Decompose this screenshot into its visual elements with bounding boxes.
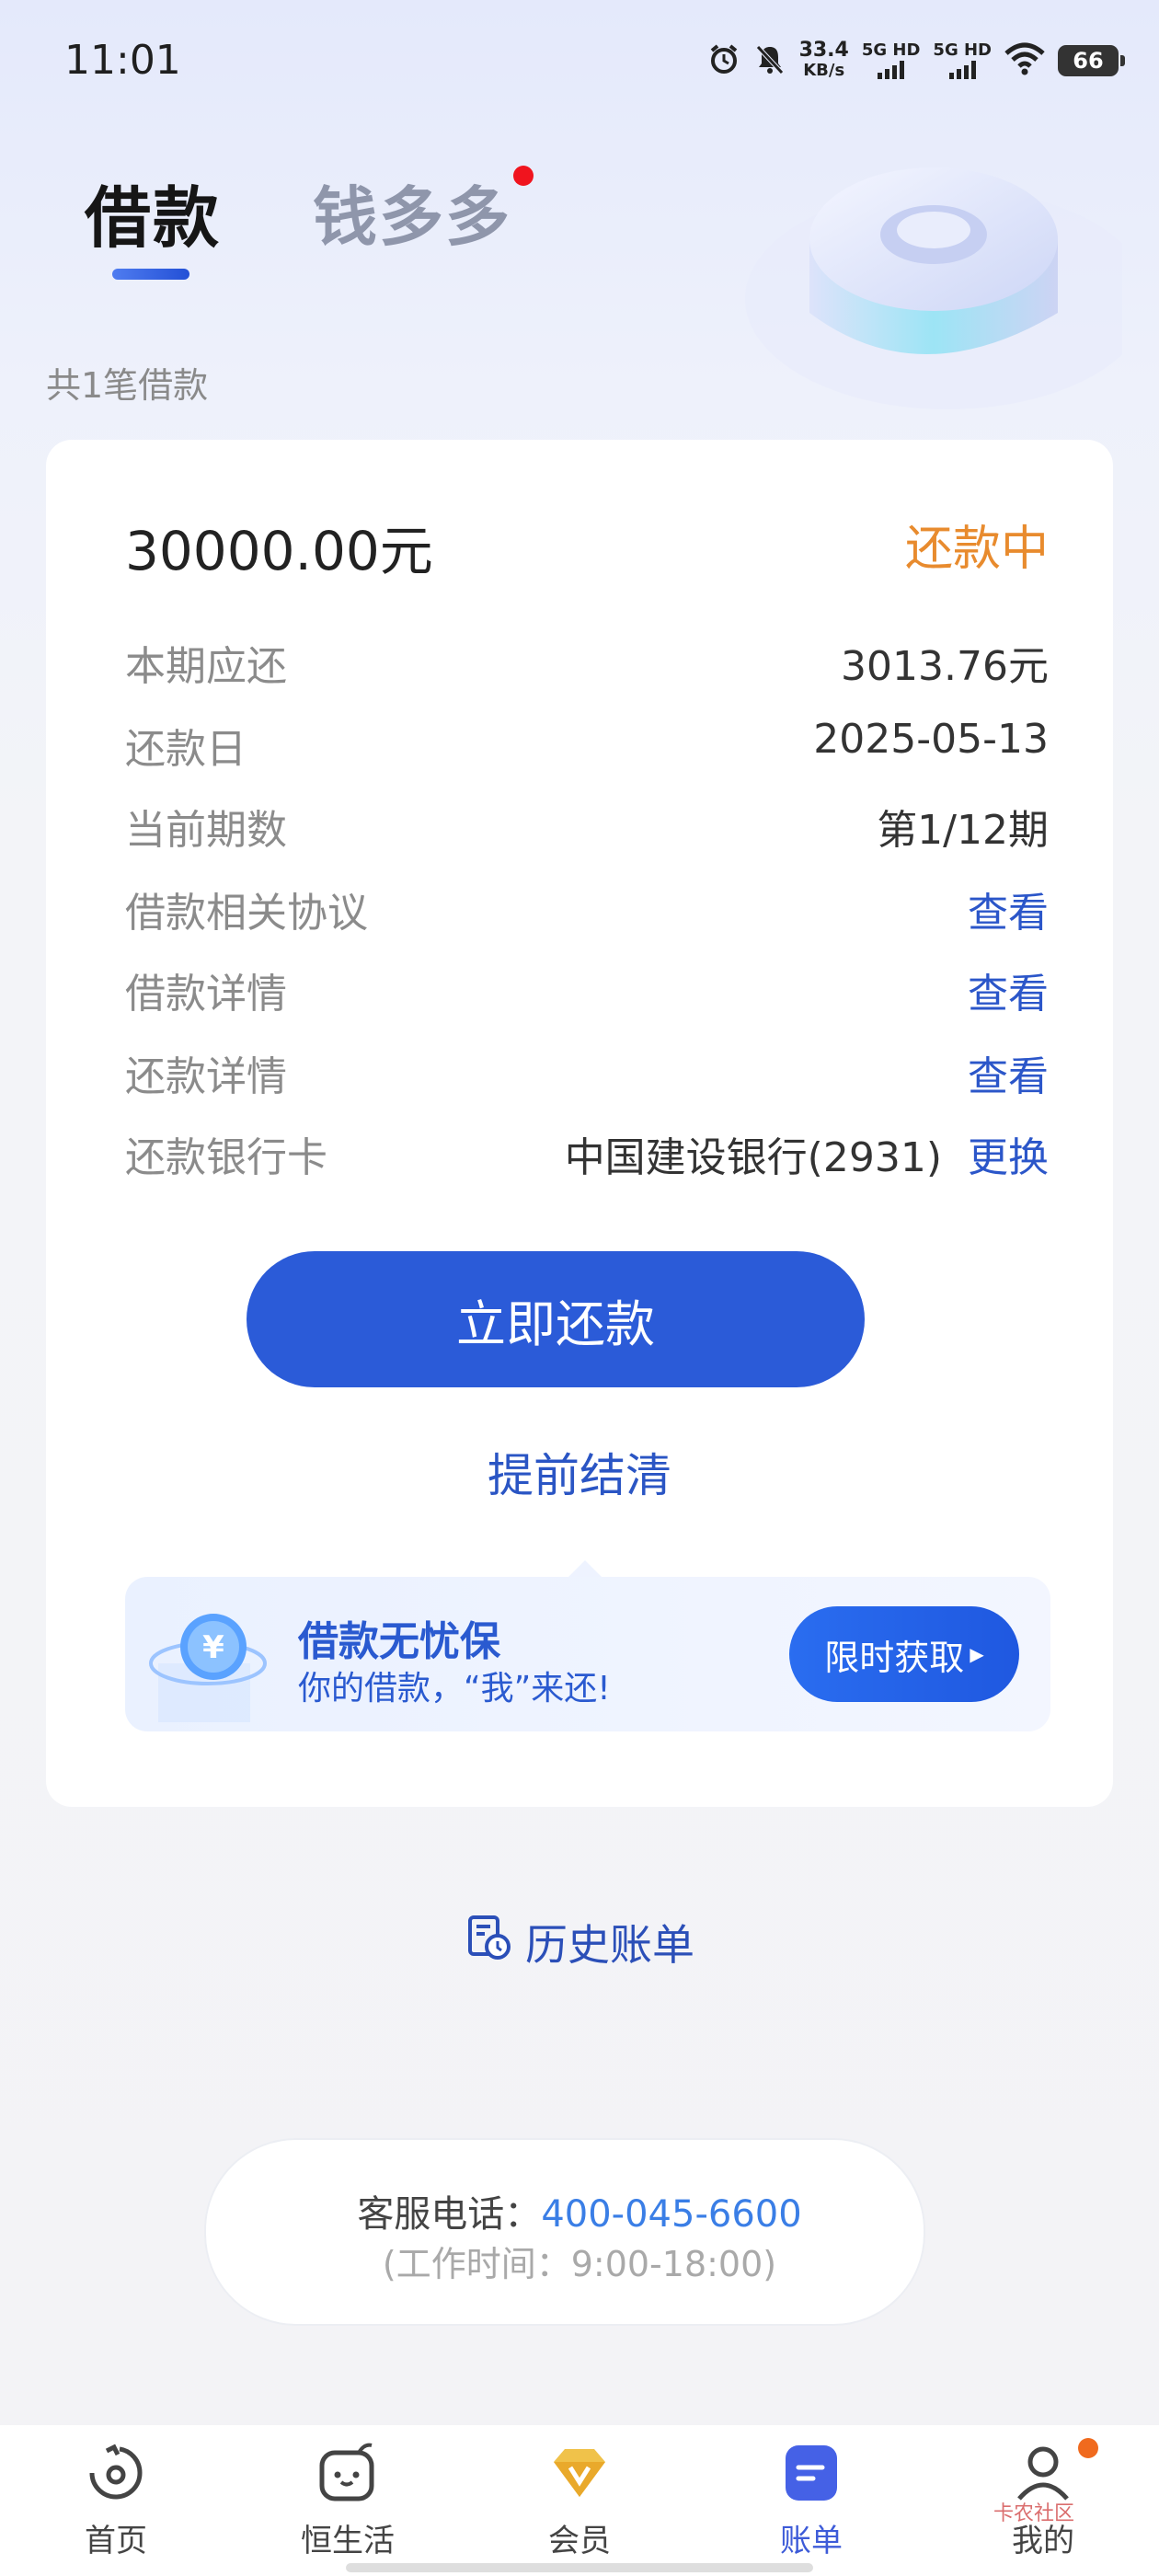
bank-card-row: 中国建设银行(2931) 更换 [565,1124,1049,1183]
loan-count: 共1笔借款 [46,365,209,406]
promo-get-label: 限时获取 [824,1637,965,1678]
nav-bill[interactable]: 账单 [695,2425,927,2576]
history-bill-icon [465,1914,512,1972]
repay-now-button[interactable]: 立即还款 [247,1251,865,1387]
net-speed-unit: KB/s [803,61,845,80]
history-bills-link[interactable]: 历史账单 [0,1912,1159,1972]
svg-text:¥: ¥ [202,1629,224,1666]
loan-amount: 30000.00元 [125,520,433,582]
sim1-label: 5G HD [861,40,921,60]
nav-life[interactable]: 恒生活 [232,2425,464,2576]
early-settle-link[interactable]: 提前结清 [0,1439,1159,1505]
watermark-text: 卡农社区 [993,2502,1075,2525]
notification-dot [513,166,534,186]
tab-qianduoduo[interactable]: 钱多多 [313,166,511,259]
life-icon [315,2440,381,2510]
bank-card-value: 中国建设银行(2931) [564,1134,942,1181]
nav-life-label: 恒生活 [301,2523,395,2559]
early-settle-label[interactable]: 提前结清 [488,1449,671,1502]
promo-pointer [567,1560,603,1579]
vip-icon [546,2440,613,2510]
home-icon [83,2440,149,2510]
nav-home-label: 首页 [85,2523,147,2559]
alarm-icon [707,42,740,79]
nav-vip-label: 会员 [548,2523,611,2559]
nav-bill-label: 账单 [780,2523,843,2559]
row-label-due-date: 还款日 [125,726,247,773]
profile-badge [1078,2438,1098,2458]
mute-icon [753,42,786,79]
change-bank-card-link[interactable]: 更换 [968,1124,1049,1183]
promo-subtitle: 你的借款，“我”来还! [298,1670,611,1708]
sim2-label: 5G HD [933,40,992,60]
row-label-bank-card: 还款银行卡 [125,1134,327,1181]
view-loan-details-link[interactable]: 查看 [968,960,1049,1019]
row-label-period: 当前期数 [125,807,287,854]
customer-service-line: 客服电话：400-045-6600 [0,2184,1159,2237]
row-label-repayment-details: 还款详情 [125,1053,287,1100]
bill-icon [778,2440,844,2510]
promo-get-button[interactable]: 限时获取 ▶ [789,1606,1019,1702]
history-bills-label: 历史账单 [525,1920,694,1970]
service-prefix: 客服电话： [357,2193,542,2236]
row-value-period: 第1/12期 [877,807,1049,854]
row-label-agreement: 借款相关协议 [125,890,368,937]
bottom-nav: 首页 恒生活 会员 账单 我的 [0,2425,1159,2576]
decorative-ring-image [745,167,1122,409]
status-time: 11:01 [64,37,181,84]
nav-home[interactable]: 首页 [0,2425,232,2576]
wifi-icon [1004,42,1045,79]
service-hours: (工作时间：9:00-18:00) [382,2244,777,2284]
battery-icon: 66 [1058,45,1125,76]
loan-status-badge: 还款中 [904,522,1049,577]
play-arrow-icon: ▶ [970,1643,984,1665]
tab-loan[interactable]: 借款 [85,164,221,260]
row-value-due-date: 2025-05-13 [813,716,1049,763]
row-value-current-due: 3013.76元 [841,643,1049,690]
row-label-loan-details: 借款详情 [125,971,287,1018]
view-agreement-link[interactable]: 查看 [968,880,1049,938]
home-indicator[interactable] [346,2563,813,2572]
nav-vip[interactable]: 会员 [464,2425,695,2576]
sim2-signal-icon: 5G HD [933,42,992,79]
row-label-current-due: 本期应还 [125,643,287,690]
coin-icon: ¥ [149,1614,267,1722]
tab-active-indicator [112,269,189,280]
network-speed: 33.4 KB/s [799,40,849,81]
net-speed-value: 33.4 [798,39,849,62]
view-repayment-details-link[interactable]: 查看 [968,1043,1049,1102]
promo-title: 借款无忧保 [298,1618,500,1665]
service-phone-link[interactable]: 400-045-6600 [541,2193,801,2236]
sim1-signal-icon: 5G HD [861,40,921,79]
status-icons: 33.4 KB/s 5G HD 5G HD 66 [707,35,1125,86]
